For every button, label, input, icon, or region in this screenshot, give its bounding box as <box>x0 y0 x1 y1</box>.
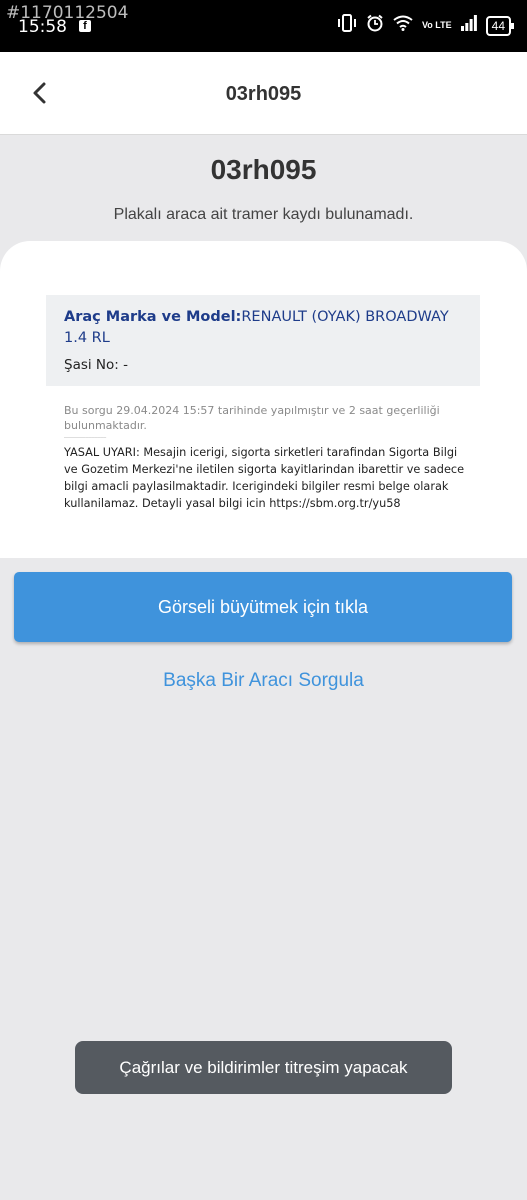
result-card: Araç Marka ve Model:RENAULT (OYAK) BROAD… <box>0 241 527 558</box>
app-bar: 03rh095 <box>0 52 527 135</box>
vehicle-brand-model: Araç Marka ve Model:RENAULT (OYAK) BROAD… <box>64 307 462 349</box>
query-another-vehicle-link[interactable]: Başka Bir Aracı Sorgula <box>0 670 527 692</box>
toast-notification: Çağrılar ve bildirimler titreşim yapacak <box>75 1041 452 1094</box>
legal-warning: YASAL UYARI: Mesajin icerigi, sigorta si… <box>64 446 465 510</box>
wifi-icon <box>393 15 413 36</box>
brand-model-label: Araç Marka ve Model: <box>64 309 242 325</box>
query-note: Bu sorgu 29.04.2024 15:57 tarihinde yapı… <box>64 404 440 432</box>
vibrate-icon <box>337 14 357 37</box>
facebook-notification-icon: f <box>79 20 91 32</box>
battery-icon: 44 <box>485 15 515 36</box>
plate-number: 03rh095 <box>210 154 317 185</box>
reference-code: —————————————— <box>64 435 107 441</box>
chassis-number: Şasi No: - <box>64 357 128 373</box>
status-time: 15:58 <box>18 17 67 37</box>
page-title: 03rh095 <box>225 83 302 105</box>
system-icons: Vo LTE 44 <box>337 14 515 37</box>
volte-indicator: Vo LTE <box>421 20 452 30</box>
vehicle-info-box: Araç Marka ve Model:RENAULT (OYAK) BROAD… <box>46 295 480 386</box>
result-message: Plakalı araca ait tramer kaydı bulunamad… <box>113 206 414 223</box>
status-bar: #1170112504 15:58 f Vo LTE 44 <box>0 0 527 52</box>
signal-icon <box>460 15 477 36</box>
alarm-icon <box>366 14 384 37</box>
enlarge-image-button[interactable]: Görseli büyütmek için tıkla <box>14 572 512 642</box>
